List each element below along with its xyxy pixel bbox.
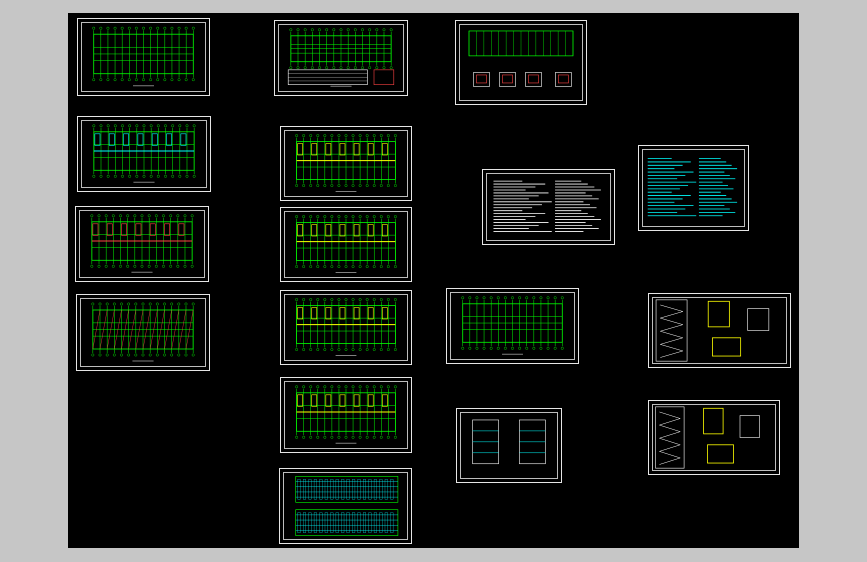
sheet-drawing: [655, 406, 760, 469]
sheet-drawing: [295, 215, 397, 273]
sheet-11-foundation[interactable]: [455, 20, 587, 105]
sheet-10-elevation[interactable]: [279, 468, 412, 544]
sheet-09-plan-yellow[interactable]: [280, 377, 412, 453]
sheet-drawing: [295, 134, 397, 192]
sheet-01-plan[interactable]: [77, 18, 210, 96]
sheet-drawing: [295, 476, 399, 536]
sheet-04-plan-diag[interactable]: [76, 294, 210, 371]
sheet-03-plan-red[interactable]: [75, 206, 209, 282]
sheet-drawing: [90, 214, 194, 273]
sheet-08-plan-yellow[interactable]: [280, 290, 412, 365]
sheet-drawing: [461, 296, 564, 355]
sheet-drawing: [287, 28, 395, 87]
sheet-drawing: [92, 26, 195, 87]
sheet-drawing: [468, 30, 574, 87]
sheet-07-plan-yellow[interactable]: [280, 207, 412, 282]
sheet-14-plan-rooms[interactable]: [446, 288, 579, 364]
sheet-15-stair-detail[interactable]: [648, 293, 791, 368]
sheet-drawing: [493, 180, 601, 232]
sheet-16-section[interactable]: [456, 408, 562, 483]
sheet-drawing: [472, 419, 546, 465]
sheet-drawing: [92, 124, 196, 183]
sheet-drawing: [295, 385, 397, 444]
sheet-drawing: [91, 302, 195, 362]
sheet-02-plan-cyan[interactable]: [77, 116, 211, 192]
sheet-drawing: [295, 298, 397, 356]
sheet-drawing: [647, 158, 738, 217]
sheet-drawing: [655, 299, 770, 362]
sheet-12-notes[interactable]: [482, 169, 615, 245]
sheet-17-stair-detail[interactable]: [648, 400, 780, 475]
drawing-canvas[interactable]: [68, 13, 799, 548]
sheet-13-notes-cyan[interactable]: [638, 145, 749, 231]
sheet-05-plan-table[interactable]: [274, 20, 408, 96]
sheet-06-plan-yellow[interactable]: [280, 126, 412, 201]
